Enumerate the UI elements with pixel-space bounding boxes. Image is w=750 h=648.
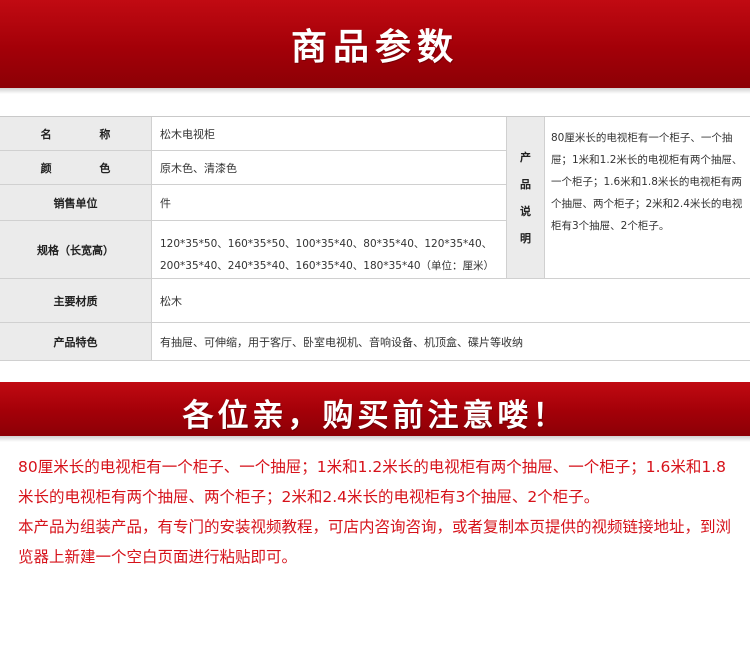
spec-feature-label: 产品特色 xyxy=(0,323,152,361)
spec-desc-label-char: 产 xyxy=(520,150,531,164)
spec-unit-value: 件 xyxy=(152,185,507,221)
notice-title: 各位亲，购买前注意喽！ xyxy=(182,398,568,434)
notice-paragraph-1: 80厘米长的电视柜有一个柜子、一个抽屉；1米和1.2米长的电视柜有两个抽屉、一个… xyxy=(18,458,727,506)
spec-size-label: 规格（长宽高） xyxy=(0,221,152,279)
banner-shadow xyxy=(0,88,750,94)
spec-desc-label-char: 品 xyxy=(520,177,531,191)
spec-name-value: 松木电视柜 xyxy=(152,117,507,151)
spec-size-line-2: 200*35*40、240*35*40、160*35*40、180*35*40（… xyxy=(160,260,495,272)
page-title: 商品参数 xyxy=(290,27,459,68)
spec-color-value: 原木色、清漆色 xyxy=(152,151,507,185)
spec-feature-value: 有抽屉、可伸缩，用于客厅、卧室电视机、音响设备、机顶盒、碟片等收纳 xyxy=(152,323,750,361)
spec-desc-label-char: 说 xyxy=(520,204,531,218)
notice-text: 80厘米长的电视柜有一个柜子、一个抽屉；1米和1.2米长的电视柜有两个抽屉、一个… xyxy=(18,452,738,572)
spec-desc-value: 80厘米长的电视柜有一个柜子、一个抽屉；1米和1.2米长的电视柜有两个抽屉、一个… xyxy=(545,117,750,279)
spec-unit-label: 销售单位 xyxy=(0,185,152,221)
spec-desc-label-char: 明 xyxy=(520,231,531,245)
spec-table: 名 称 松木电视柜 颜 色 原木色、清漆色 销售单位 件 规格（长宽高） 120… xyxy=(0,116,750,361)
spec-color-label: 颜 色 xyxy=(0,151,152,185)
spec-material-value: 松木 xyxy=(152,279,750,323)
notice-paragraph-2: 本产品为组装产品，有专门的安装视频教程，可店内咨询咨询，或者复制本页提供的视频链… xyxy=(18,518,732,566)
spec-size-line-1: 120*35*50、160*35*50、100*35*40、80*35*40、1… xyxy=(160,238,493,250)
banner-shadow xyxy=(0,436,750,442)
spec-material-label: 主要材质 xyxy=(0,279,152,323)
notice-banner: 各位亲，购买前注意喽！ xyxy=(0,382,750,442)
header-banner: 商品参数 xyxy=(0,0,750,94)
spec-name-label: 名 称 xyxy=(0,117,152,151)
spec-size-value: 120*35*50、160*35*50、100*35*40、80*35*40、1… xyxy=(152,221,507,279)
spec-desc-label: 产 品 说 明 xyxy=(507,117,545,279)
